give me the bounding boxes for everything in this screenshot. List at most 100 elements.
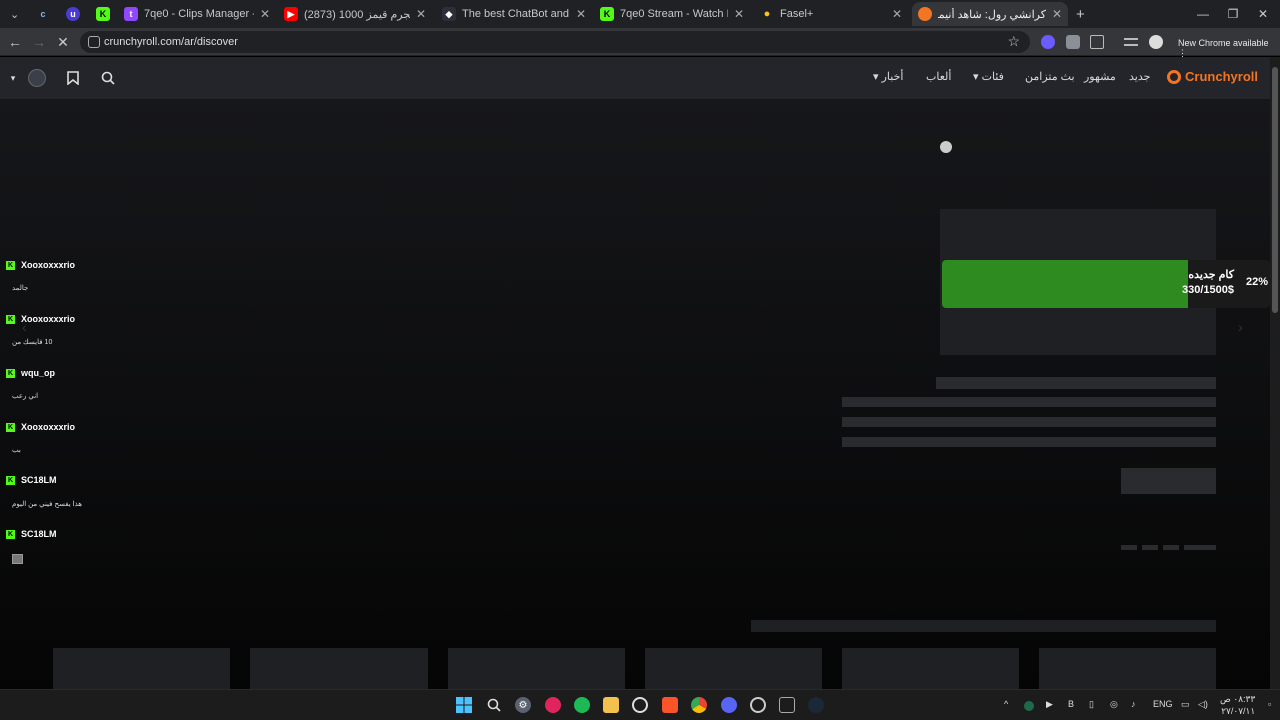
extension-icon[interactable] bbox=[1041, 35, 1055, 49]
tab-fasel[interactable]: ● Fasel+ ✕ bbox=[754, 2, 908, 26]
tab-youtube[interactable]: ▶ مطاردة مجرم قيمز 1000 (2873) ✕ bbox=[278, 2, 432, 26]
tab-kick-stream[interactable]: K 7qe0 Stream - Watch Live on Ki ✕ bbox=[594, 2, 750, 26]
search-icon[interactable] bbox=[486, 697, 502, 713]
close-icon[interactable]: ✕ bbox=[260, 7, 270, 21]
tab-botrix[interactable]: ◆ The best ChatBot and Widgets ✕ bbox=[436, 2, 592, 26]
nav-simulcast[interactable]: بث متزامن bbox=[1025, 70, 1075, 83]
search-icon[interactable] bbox=[98, 68, 118, 88]
scrollbar-thumb[interactable] bbox=[1272, 67, 1278, 313]
youtube-icon: ▶ bbox=[284, 7, 298, 21]
nav-news[interactable]: أخبار ▾ bbox=[873, 70, 903, 83]
nav-categories-label: فئات bbox=[981, 71, 1004, 83]
crunchyroll-logo[interactable]: Crunchyroll bbox=[1167, 69, 1258, 84]
back-button[interactable]: ← bbox=[4, 32, 26, 52]
tray-volume-icon[interactable]: ◁) bbox=[1198, 699, 1208, 710]
chat-username: Kwqu_op bbox=[6, 368, 55, 378]
tray-b-icon[interactable]: B bbox=[1068, 699, 1074, 709]
close-icon[interactable]: ✕ bbox=[892, 7, 902, 21]
tray-app-icon[interactable] bbox=[1024, 701, 1034, 711]
tray-monitor-icon[interactable]: ▭ bbox=[1181, 699, 1190, 710]
shield-icon[interactable] bbox=[1066, 35, 1080, 49]
brave-icon[interactable] bbox=[662, 697, 678, 713]
address-bar[interactable]: crunchyroll.com/ar/discover ☆ bbox=[80, 31, 1030, 53]
tray-chevron-icon[interactable]: ^ bbox=[1004, 699, 1008, 709]
tray-battery-icon[interactable]: ▯ bbox=[1089, 699, 1094, 710]
discord-icon[interactable] bbox=[721, 697, 737, 713]
close-icon[interactable]: ✕ bbox=[734, 7, 744, 21]
text-placeholder-1 bbox=[842, 397, 1216, 407]
bookmark-icon[interactable] bbox=[63, 68, 83, 88]
app-icon-green[interactable] bbox=[574, 697, 590, 713]
settings-gear-icon[interactable]: ⚙ bbox=[515, 697, 531, 713]
notification-icon[interactable]: ▫ bbox=[1268, 699, 1271, 709]
tab-pinned-3[interactable]: K bbox=[90, 2, 112, 26]
nav-news-label: أخبار bbox=[881, 71, 904, 83]
tab-pinned-1[interactable]: c bbox=[30, 2, 52, 26]
kick-icon: K bbox=[96, 7, 110, 21]
steam-icon[interactable] bbox=[808, 697, 824, 713]
restore-button[interactable]: ❐ bbox=[1216, 0, 1250, 28]
nav-new[interactable]: جديد bbox=[1129, 70, 1150, 83]
close-icon[interactable]: ✕ bbox=[576, 7, 586, 21]
button-placeholder bbox=[1121, 468, 1216, 494]
windows-start-icon[interactable] bbox=[456, 697, 472, 713]
kick-icon: K bbox=[6, 314, 15, 324]
card-placeholder-3 bbox=[448, 648, 625, 689]
nav-categories[interactable]: فئات ▾ bbox=[973, 70, 1004, 83]
tab-twitch-clips[interactable]: t 7qe0 - Clips Manager - Twitch ✕ bbox=[118, 2, 276, 26]
forward-button[interactable]: → bbox=[28, 32, 50, 52]
clock-date: ٢٧/٠٧/١١ bbox=[1221, 706, 1256, 716]
app-icon-box[interactable] bbox=[779, 697, 795, 713]
row-title-placeholder bbox=[751, 620, 1216, 632]
kick-icon: K bbox=[600, 7, 614, 21]
app-icon-circle[interactable] bbox=[750, 697, 766, 713]
clock-time: ٠٨:٣٣ ص bbox=[1220, 694, 1256, 704]
bookmark-star-icon[interactable]: ☆ bbox=[1007, 33, 1020, 50]
steelseries-icon[interactable] bbox=[632, 697, 648, 713]
crunchyroll-logo-icon bbox=[1167, 69, 1182, 84]
close-icon[interactable]: ✕ bbox=[416, 7, 426, 21]
caret-down-icon: ▾ bbox=[873, 71, 879, 83]
minimize-button[interactable]: — bbox=[1186, 0, 1220, 28]
close-window-button[interactable]: ✕ bbox=[1246, 0, 1280, 28]
system-clock[interactable]: ٠٨:٣٣ ص ٢٧/٠٧/١١ bbox=[1220, 693, 1255, 717]
dot-placeholder-2 bbox=[1142, 545, 1158, 550]
kick-icon: K bbox=[6, 260, 15, 270]
profile-menu-caret[interactable]: ▾ bbox=[6, 68, 20, 88]
language-indicator[interactable]: ENG bbox=[1153, 699, 1173, 709]
site-info-icon[interactable] bbox=[88, 36, 100, 48]
file-explorer-icon[interactable] bbox=[603, 697, 619, 713]
reading-list-icon[interactable] bbox=[1124, 38, 1138, 46]
dot-placeholder-3 bbox=[1163, 545, 1179, 550]
nav-popular[interactable]: مشهور bbox=[1084, 70, 1116, 83]
tray-play-icon[interactable]: ▶ bbox=[1046, 699, 1053, 710]
app-icon-pink[interactable] bbox=[545, 697, 561, 713]
goal-amount: 330/1500$ bbox=[1182, 284, 1234, 296]
close-icon[interactable]: ✕ bbox=[1052, 7, 1062, 21]
tray-mic-icon[interactable]: ♪ bbox=[1131, 699, 1136, 709]
tab-title: The best ChatBot and Widgets bbox=[462, 8, 570, 20]
bulb-icon: ● bbox=[763, 8, 771, 20]
new-chrome-label: New Chrome available bbox=[1178, 38, 1269, 48]
new-tab-button[interactable]: + bbox=[1070, 2, 1090, 26]
minimize-icon: — bbox=[1197, 7, 1209, 21]
goal-progress-fill bbox=[942, 260, 1188, 308]
avatar[interactable] bbox=[26, 68, 48, 88]
chat-message: بب bbox=[12, 447, 21, 454]
close-icon: ✕ bbox=[1257, 7, 1269, 21]
caret-down-icon: ▾ bbox=[10, 72, 16, 83]
stop-button[interactable]: ✕ bbox=[52, 32, 74, 52]
tab-crunchyroll[interactable]: كرانشي رول: شاهد أنيميات مشهو ✕ bbox=[912, 2, 1068, 26]
chat-username: K SC18LM bbox=[6, 529, 57, 539]
profile-avatar[interactable] bbox=[1149, 35, 1163, 49]
tab-pinned-2[interactable]: u bbox=[60, 2, 82, 26]
extensions-puzzle-icon[interactable] bbox=[1090, 35, 1104, 49]
arrow-left-icon: ← bbox=[8, 34, 22, 50]
page-scrollbar[interactable] bbox=[1270, 57, 1280, 689]
tray-network-icon[interactable]: ◎ bbox=[1110, 699, 1118, 710]
nav-games[interactable]: ألعاب bbox=[926, 70, 951, 83]
chrome-icon[interactable] bbox=[691, 697, 707, 713]
tab-search-button[interactable]: ⌄ bbox=[4, 2, 24, 26]
windows-taskbar: ⚙ ^ ▶ B ▯ ◎ ♪ ENG ▭ ◁) ٠٨:٣٣ ص ٢٧/٠٧/١١ … bbox=[0, 689, 1280, 720]
carousel-next-icon[interactable]: › bbox=[1238, 319, 1243, 335]
